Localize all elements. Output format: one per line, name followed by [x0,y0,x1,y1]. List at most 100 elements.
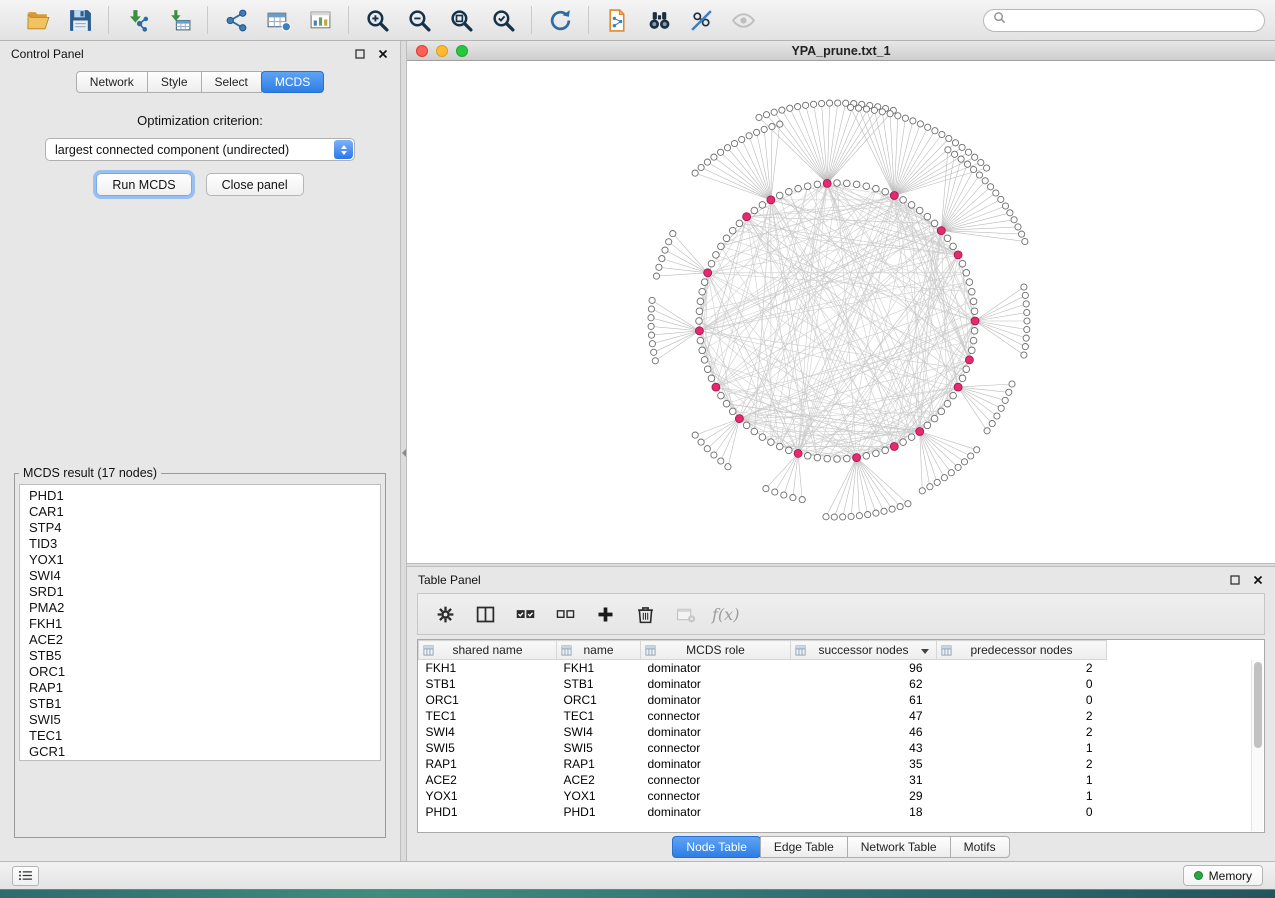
float-table-panel-button[interactable] [1229,574,1241,586]
deselect-all-button[interactable] [548,599,582,629]
share-document-button[interactable] [598,4,636,36]
toolbar-group [348,6,531,34]
mcds-result-item[interactable]: STB1 [29,696,380,712]
mcds-result-item[interactable]: GCR1 [29,744,380,760]
mcds-result-item[interactable]: ACE2 [29,632,380,648]
save-icon [68,8,93,33]
window-close-button[interactable] [416,45,428,57]
table-row[interactable]: ORC1ORC1dominator610 [419,692,1265,708]
scrollbar-thumb[interactable] [1254,662,1262,748]
close-icon[interactable] [377,48,389,60]
close-panel-button[interactable]: Close panel [206,173,304,196]
select-all-button[interactable] [508,599,542,629]
tab-style[interactable]: Style [147,71,202,93]
column-header-predecessor-nodes[interactable]: predecessor nodes [937,641,1107,660]
mcds-result-item[interactable]: CAR1 [29,504,380,520]
table-cell: 46 [791,724,937,740]
mcds-result-item[interactable]: ORC1 [29,664,380,680]
window-minimize-button[interactable] [436,45,448,57]
search-network-button[interactable] [640,4,678,36]
zoom-in-button[interactable] [358,4,396,36]
import-table-disabled-icon [675,604,696,625]
column-header-MCDS-role[interactable]: MCDS role [641,641,791,660]
open-file-icon [26,8,51,33]
new-network-icon [224,8,249,33]
run-mcds-button[interactable]: Run MCDS [96,173,191,196]
delete-row-button[interactable] [628,599,662,629]
table-row[interactable]: TEC1TEC1connector472 [419,708,1265,724]
close-table-panel-icon[interactable] [1252,574,1264,586]
node-table: shared namenameMCDS rolesuccessor nodesp… [417,639,1265,833]
save-button[interactable] [61,4,99,36]
table-cell: 43 [791,740,937,756]
gear-button[interactable] [428,599,462,629]
attribute-grid-icon [645,645,656,659]
window-maximize-button[interactable] [456,45,468,57]
column-header-shared-name[interactable]: shared name [419,641,557,660]
export-image-button[interactable] [301,4,339,36]
memory-button[interactable]: Memory [1183,865,1263,886]
hide-details-button[interactable] [682,4,720,36]
refresh-button[interactable] [541,4,579,36]
table-panel: Table Panel f(x) [407,567,1275,861]
new-table-button[interactable] [259,4,297,36]
mcds-result-item[interactable]: TEC1 [29,728,380,744]
table-row[interactable]: RAP1RAP1dominator352 [419,756,1265,772]
search-input[interactable] [1012,13,1255,27]
table-cell: RAP1 [557,756,641,772]
mcds-result-item[interactable]: RAP1 [29,680,380,696]
table-cell: STB1 [419,676,557,692]
mcds-result-list[interactable]: PHD1CAR1STP4TID3YOX1SWI4SRD1PMA2FKH1ACE2… [19,484,381,761]
table-cell: ORC1 [557,692,641,708]
tab-select[interactable]: Select [201,71,262,93]
add-row-button[interactable] [588,599,622,629]
float-panel-button[interactable] [354,48,366,60]
table-row[interactable]: STB1STB1dominator620 [419,676,1265,692]
zoom-selected-button[interactable] [484,4,522,36]
zoom-out-button[interactable] [400,4,438,36]
mcds-result-item[interactable]: PMA2 [29,600,380,616]
zoom-fit-button[interactable] [442,4,480,36]
columns-button[interactable] [468,599,502,629]
mcds-result-item[interactable]: YOX1 [29,552,380,568]
import-table-icon [167,8,192,33]
table-cell: dominator [641,692,791,708]
table-cell: PHD1 [557,804,641,820]
table-row[interactable]: SWI4SWI4dominator462 [419,724,1265,740]
table-cell: TEC1 [557,708,641,724]
network-canvas[interactable] [407,61,1275,563]
vertical-splitter[interactable] [400,41,407,861]
table-row[interactable]: ACE2ACE2connector311 [419,772,1265,788]
mcds-result-item[interactable]: PHD1 [29,488,380,504]
status-menu-button[interactable] [12,866,39,886]
column-header-successor-nodes[interactable]: successor nodes [791,641,937,660]
mcds-result-item[interactable]: STP4 [29,520,380,536]
main-toolbar [0,0,1275,41]
table-row[interactable]: YOX1YOX1connector291 [419,788,1265,804]
tab-mcds[interactable]: MCDS [261,71,324,93]
table-cell: STB1 [557,676,641,692]
table-tab-motifs[interactable]: Motifs [950,836,1010,858]
table-cell: connector [641,772,791,788]
mcds-result-item[interactable]: TID3 [29,536,380,552]
new-network-button[interactable] [217,4,255,36]
tab-network[interactable]: Network [76,71,148,93]
import-network-button[interactable] [118,4,156,36]
mcds-result-item[interactable]: SWI5 [29,712,380,728]
sort-caret-icon [921,649,929,654]
mcds-result-item[interactable]: FKH1 [29,616,380,632]
table-tab-network-table[interactable]: Network Table [847,836,951,858]
table-row[interactable]: FKH1FKH1dominator962 [419,660,1265,676]
table-tab-edge-table[interactable]: Edge Table [760,836,848,858]
mcds-result-item[interactable]: SWI4 [29,568,380,584]
table-tab-node-table[interactable]: Node Table [672,836,761,858]
open-file-button[interactable] [19,4,57,36]
zoom-fit-icon [449,8,474,33]
mcds-result-item[interactable]: STB5 [29,648,380,664]
mcds-result-item[interactable]: SRD1 [29,584,380,600]
table-row[interactable]: SWI5SWI5connector431 [419,740,1265,756]
optimization-dropdown[interactable]: largest connected component (undirected) [45,138,355,161]
import-table-button[interactable] [160,4,198,36]
table-row[interactable]: PHD1PHD1dominator180 [419,804,1265,820]
column-header-name[interactable]: name [557,641,641,660]
